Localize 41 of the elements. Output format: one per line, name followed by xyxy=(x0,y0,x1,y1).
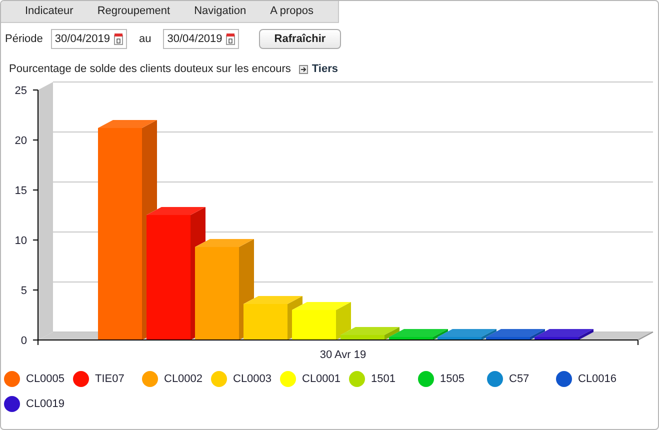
axis-tick-label: 25 xyxy=(14,85,27,97)
menu-item[interactable]: Regroupement xyxy=(85,3,182,20)
calendar-icon[interactable] xyxy=(114,33,123,45)
bar-side-face xyxy=(530,329,545,340)
bar-top-face xyxy=(195,239,254,247)
menu-item[interactable]: A propos xyxy=(258,3,326,20)
bar-top-face xyxy=(98,120,157,128)
date-field[interactable]: 30/04/2019 xyxy=(50,29,127,49)
bar-side-face xyxy=(336,302,351,340)
period-label: Période xyxy=(5,32,43,47)
legend-label: C57 xyxy=(509,372,530,387)
legend-label: CL0002 xyxy=(164,372,203,387)
axis-tick-label: 15 xyxy=(14,185,27,197)
bar-top-face xyxy=(146,207,206,215)
legend-label: CL0005 xyxy=(26,372,65,387)
calendar-icon[interactable] xyxy=(226,33,236,45)
axis-tick-label: 5 xyxy=(20,285,27,297)
menu-item[interactable]: Indicateur xyxy=(13,3,86,20)
menu-item[interactable]: Navigation xyxy=(182,3,258,20)
legend-label: CL0001 xyxy=(302,372,341,387)
legend-label: CL0019 xyxy=(26,396,65,412)
bar-side-face xyxy=(578,329,594,340)
legend-label: CL0003 xyxy=(233,372,272,387)
bar-side-face xyxy=(433,329,448,340)
date-field[interactable]: 30/04/2019 xyxy=(163,29,240,49)
bar-side-face xyxy=(482,329,496,340)
bar-side-face xyxy=(384,327,400,340)
legend-label: TIE07 xyxy=(95,372,124,387)
legend-label: CL0016 xyxy=(578,372,617,387)
refresh-button[interactable]: Rafraîchir xyxy=(259,29,341,49)
bar-side-face xyxy=(288,296,302,340)
legend-label: 1505 xyxy=(440,372,464,387)
legend-label: 1501 xyxy=(371,372,396,387)
axis-category-label: 30 Avr 19 xyxy=(320,349,366,361)
separator-label: au xyxy=(138,32,152,47)
arrow-icon[interactable] xyxy=(298,64,308,74)
axis-tick-label: 20 xyxy=(14,135,27,147)
chart-title: Pourcentage de solde des clients douteux sur les encours xyxy=(9,62,291,77)
axis-tick-label: 0 xyxy=(20,335,27,347)
tiers-link[interactable]: Tiers xyxy=(312,60,338,78)
axis-tick-label: 10 xyxy=(14,235,27,247)
